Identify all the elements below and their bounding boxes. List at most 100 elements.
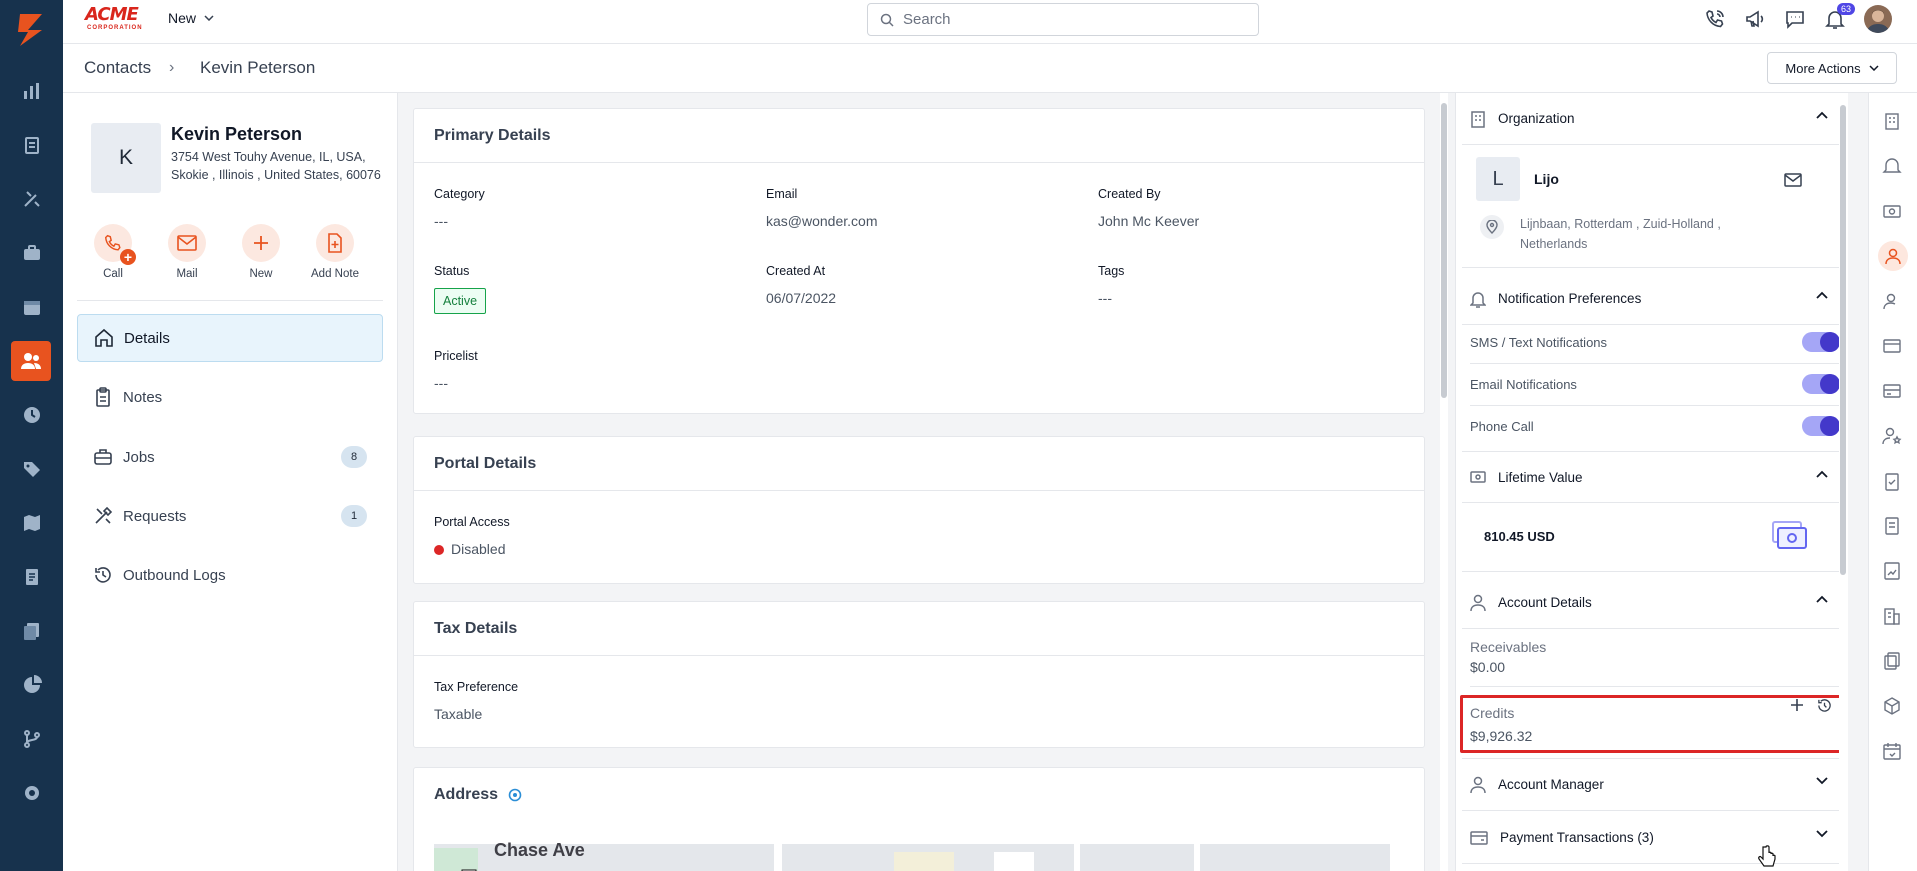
- menu-item-outbound-logs[interactable]: Outbound Logs: [77, 551, 383, 599]
- status-dot-icon: [434, 545, 444, 555]
- brand-logo[interactable]: ACME CORPORATION: [85, 5, 147, 33]
- history-icon: [95, 567, 111, 583]
- rail-schedule-icon[interactable]: [1882, 741, 1904, 763]
- receivables-label: Receivables: [1470, 639, 1547, 655]
- nav-dashboard-icon[interactable]: [19, 78, 45, 104]
- chat-icon[interactable]: [1784, 8, 1808, 32]
- breadcrumb-contacts-link[interactable]: Contacts: [84, 58, 151, 78]
- nav-clock-icon[interactable]: [19, 402, 45, 428]
- bell-icon[interactable]: 63: [1824, 3, 1856, 32]
- lifetime-value-header[interactable]: Lifetime Value: [1462, 451, 1842, 503]
- nav-documents-icon[interactable]: [19, 132, 45, 158]
- rail-user-star-icon[interactable]: [1882, 426, 1904, 448]
- nav-reports-icon[interactable]: [19, 618, 45, 644]
- category-value: ---: [434, 213, 448, 229]
- main-scrollbar[interactable]: [1440, 93, 1448, 871]
- history-icon[interactable]: [1817, 698, 1832, 713]
- location-pin-icon: [1480, 215, 1504, 239]
- rail-lifetime-icon[interactable]: [1882, 201, 1904, 223]
- chevron-up-icon: [1816, 470, 1828, 478]
- sms-notifications-row: SMS / Text Notifications: [1470, 324, 1840, 360]
- search-box[interactable]: [867, 3, 1259, 36]
- nav-tools-icon[interactable]: [19, 186, 45, 212]
- email-notifications-toggle[interactable]: [1802, 374, 1840, 394]
- main-scroll-thumb[interactable]: [1441, 103, 1447, 398]
- status-label: Status: [434, 264, 470, 278]
- divider: [1470, 405, 1840, 406]
- email-value[interactable]: kas@wonder.com: [766, 213, 877, 229]
- mail-icon[interactable]: [1784, 173, 1802, 187]
- tax-preference-label: Tax Preference: [434, 680, 519, 694]
- rail-copy-icon[interactable]: [1882, 651, 1904, 673]
- rail-organization-icon[interactable]: [1882, 111, 1904, 133]
- menu-item-jobs[interactable]: Jobs 8: [77, 433, 383, 481]
- tags-field: Tags ---: [1098, 264, 1124, 306]
- nav-workflow-icon[interactable]: [19, 726, 45, 752]
- rail-manager-icon[interactable]: [1882, 291, 1904, 313]
- nav-calendar-icon[interactable]: [19, 294, 45, 320]
- new-menu-button[interactable]: New: [168, 10, 214, 26]
- megaphone-icon[interactable]: [1744, 8, 1768, 32]
- address-map[interactable]: Chase Ave: [434, 838, 1390, 871]
- contact-address-line2: Skokie , Illinois , United States, 60076: [171, 168, 381, 182]
- mail-action-button[interactable]: Mail: [157, 224, 217, 280]
- add-credit-icon[interactable]: [1791, 699, 1803, 711]
- payment-transactions-header[interactable]: Payment Transactions (3): [1462, 812, 1842, 864]
- phone-call-row: Phone Call: [1470, 408, 1840, 444]
- organization-address-line2: Netherlands: [1520, 237, 1588, 251]
- more-actions-button[interactable]: More Actions: [1767, 52, 1897, 84]
- call-action-button[interactable]: + Call: [83, 224, 143, 280]
- contact-address-line1: 3754 West Touhy Avenue, IL, USA,: [171, 150, 366, 164]
- menu-item-notes[interactable]: Notes: [77, 373, 383, 421]
- breadcrumb-current: Kevin Peterson: [200, 58, 316, 77]
- divider: [1470, 363, 1840, 364]
- account-details-header[interactable]: Account Details: [1462, 577, 1842, 629]
- rail-payments-icon[interactable]: [1882, 336, 1904, 358]
- add-note-label: Add Note: [311, 268, 359, 280]
- gear-icon[interactable]: [508, 788, 522, 802]
- app-logo-icon[interactable]: [14, 10, 48, 50]
- organization-section-header[interactable]: Organization: [1462, 93, 1842, 145]
- account-manager-header[interactable]: Account Manager: [1462, 759, 1842, 811]
- nav-analytics-icon[interactable]: [19, 672, 45, 698]
- nav-invoices-icon[interactable]: [19, 564, 45, 590]
- sms-notifications-toggle[interactable]: [1802, 332, 1840, 352]
- user-avatar[interactable]: [1864, 5, 1892, 33]
- right-rail: [1868, 93, 1917, 871]
- rail-box-icon[interactable]: [1882, 696, 1904, 718]
- tax-preference-field: Tax Preference Taxable: [434, 680, 518, 722]
- add-note-action-button[interactable]: Add Note: [305, 224, 365, 280]
- rail-building-icon[interactable]: [1882, 606, 1904, 628]
- rail-report-icon[interactable]: [1882, 561, 1904, 583]
- nav-contacts-icon[interactable]: [11, 341, 51, 381]
- phone-call-toggle[interactable]: [1802, 416, 1840, 436]
- rail-checklist-icon[interactable]: [1882, 471, 1904, 493]
- portal-access-value: Disabled: [451, 541, 506, 557]
- portal-details-title: Portal Details: [414, 437, 1424, 491]
- rail-document-icon[interactable]: [1882, 516, 1904, 538]
- side-scrollbar[interactable]: [1839, 93, 1847, 871]
- mail-icon: [177, 235, 197, 251]
- tax-details-card: Tax Details Tax Preference Taxable: [413, 601, 1425, 748]
- side-scroll-thumb[interactable]: [1840, 105, 1846, 575]
- nav-tags-icon[interactable]: [19, 456, 45, 482]
- rail-account-icon[interactable]: [1878, 241, 1908, 271]
- notification-preferences-header[interactable]: Notification Preferences: [1462, 273, 1842, 325]
- category-label: Category: [434, 187, 485, 201]
- phone-icon[interactable]: [1704, 8, 1728, 32]
- rail-notifications-icon[interactable]: [1882, 156, 1904, 178]
- menu-item-requests[interactable]: Requests 1: [77, 492, 383, 540]
- email-label: Email: [766, 187, 798, 201]
- rail-cards-icon[interactable]: [1882, 381, 1904, 403]
- new-action-button[interactable]: New: [231, 224, 291, 280]
- lifetime-value-title: Lifetime Value: [1498, 469, 1583, 485]
- portal-details-card: Portal Details Portal Access Disabled: [413, 436, 1425, 584]
- menu-item-details[interactable]: Details: [77, 314, 383, 362]
- tools-icon: [95, 506, 113, 524]
- nav-jobs-icon[interactable]: [19, 240, 45, 266]
- search-input[interactable]: [903, 11, 1233, 28]
- user-icon: [1470, 594, 1486, 611]
- organization-name[interactable]: Lijo: [1534, 171, 1559, 187]
- nav-settings-icon[interactable]: [19, 780, 45, 806]
- nav-map-icon[interactable]: [19, 510, 45, 536]
